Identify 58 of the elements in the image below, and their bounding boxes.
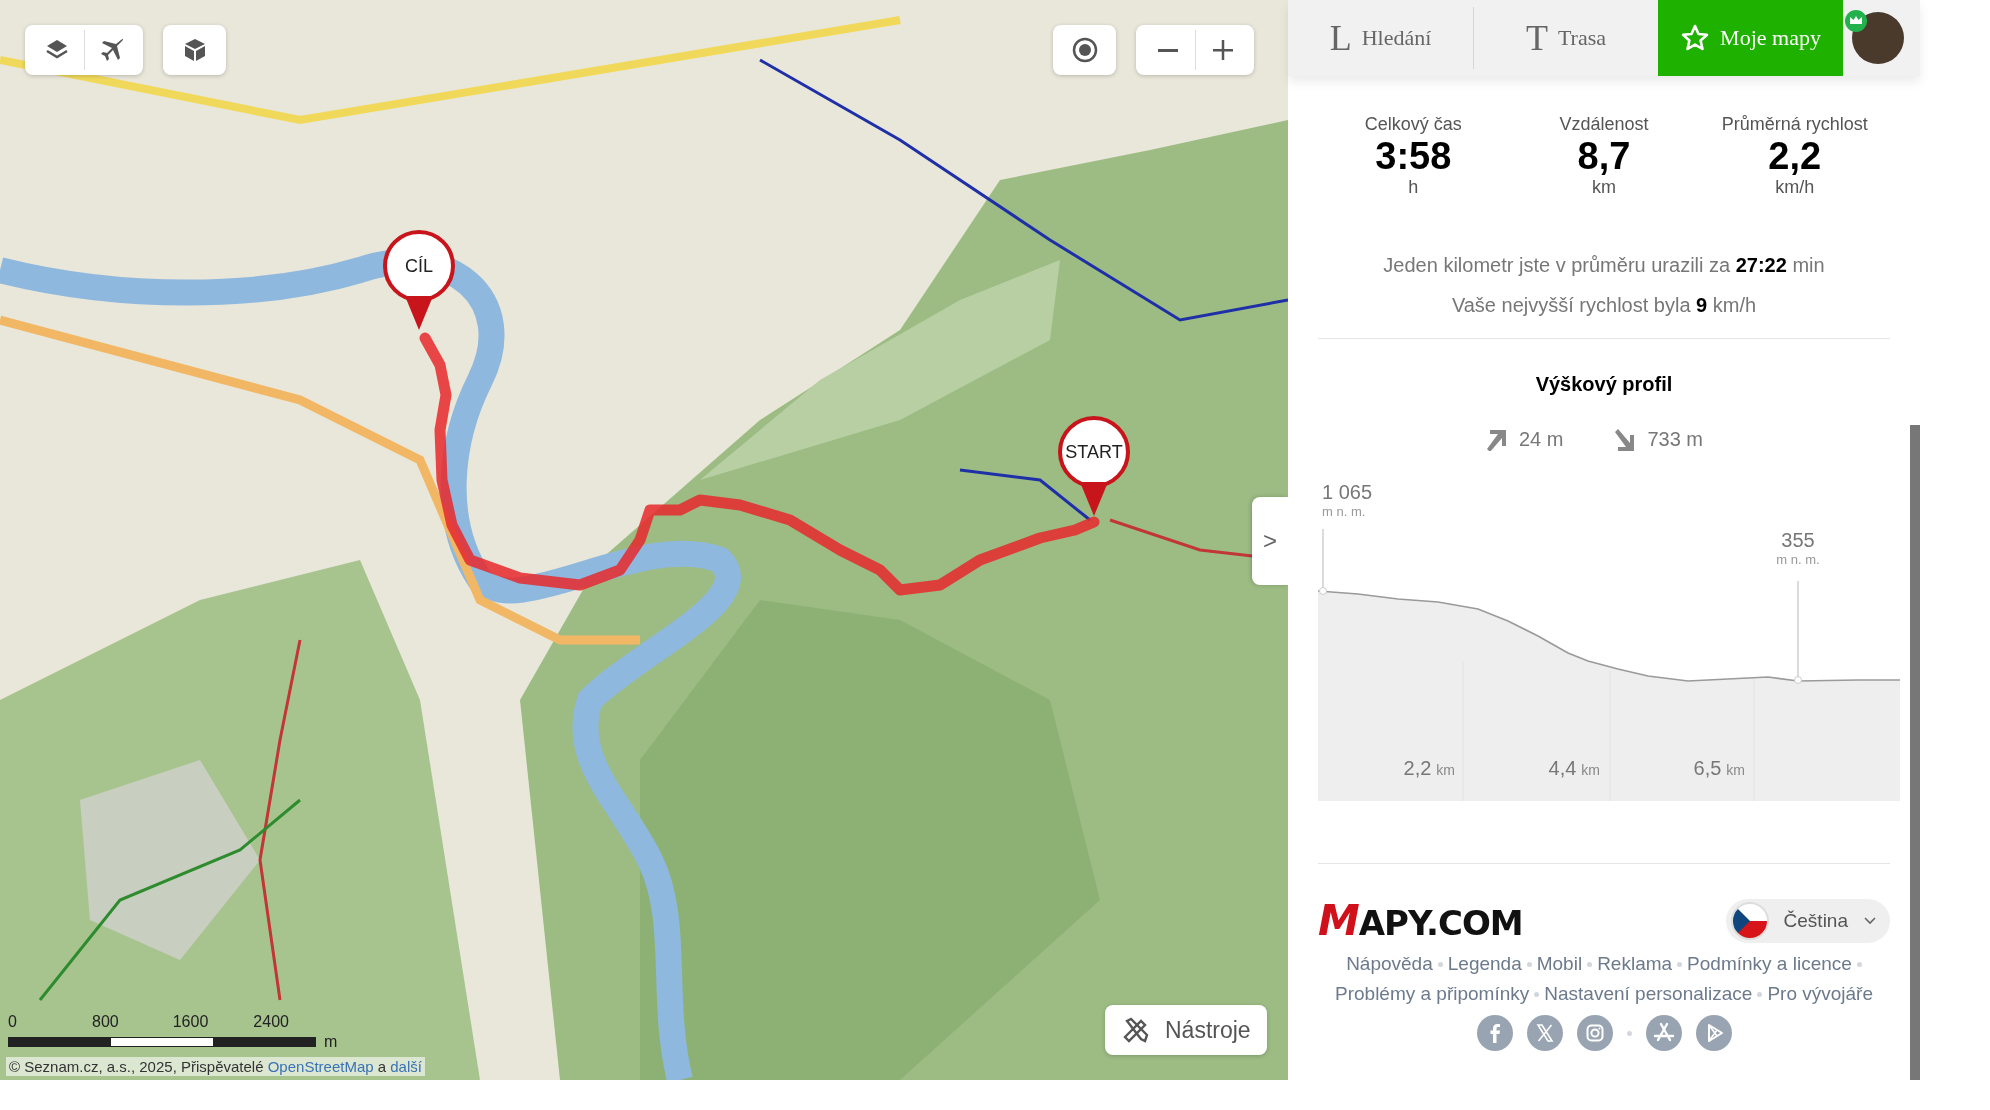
summary-text: Vaše nejvyšší rychlost byla 9 km/h	[1450, 294, 1758, 316]
plus-icon	[1210, 37, 1236, 63]
attribution-text: a	[376, 1058, 388, 1075]
footer-link[interactable]: Reklama	[1597, 953, 1673, 975]
footer-link[interactable]: Problémy a připomínky	[1335, 983, 1530, 1005]
scale-label: 800	[92, 1013, 120, 1031]
ruler-pencil-icon	[1121, 1015, 1151, 1045]
minus-icon	[1157, 48, 1178, 52]
avatar[interactable]	[1852, 12, 1904, 64]
airplane-icon	[99, 37, 125, 63]
stat-label: Průměrná rychlost	[1720, 114, 1869, 135]
attribution-text: © Seznam.cz, a.s., 2025, Přispěvatelé	[9, 1058, 265, 1075]
stat-unit: h	[1407, 177, 1420, 198]
descent-value: 733 m	[1647, 428, 1704, 451]
star-icon	[1680, 23, 1711, 53]
section-title: Výškový profil	[1534, 373, 1674, 396]
stat-value: 8,7	[1576, 135, 1632, 177]
elevation-value: 1 065	[1322, 481, 1373, 504]
distance-label: 2,2	[1403, 757, 1432, 779]
footer-link[interactable]: Pro vývojáře	[1767, 983, 1873, 1005]
summary-text: Jeden kilometr jste v průměru urazili za 27:22 min	[1382, 254, 1826, 276]
footer-link[interactable]: Podmínky a licence	[1687, 953, 1852, 975]
footer-link[interactable]: Mobil	[1536, 953, 1583, 975]
elevation-value: 355	[1780, 529, 1816, 552]
stat-unit: km/h	[1774, 177, 1816, 198]
logo[interactable]: MAPY.COM	[1318, 896, 1523, 945]
attribution-link[interactable]: další	[390, 1058, 422, 1075]
footer-link[interactable]: Nápověda	[1346, 953, 1433, 975]
stat-label: Vzdálenost	[1558, 114, 1650, 135]
stat-label: Celkový čas	[1363, 114, 1463, 135]
elevation-unit: m n. m.	[1775, 552, 1821, 567]
scrollbar[interactable]	[1910, 425, 1920, 1080]
distance-unit: km	[1436, 762, 1455, 778]
footer-link[interactable]: Nastavení personalizace	[1544, 983, 1753, 1005]
czech-flag-icon	[1729, 900, 1770, 941]
distance-unit: km	[1726, 762, 1745, 778]
crown-badge-icon	[1845, 10, 1867, 32]
scale-unit: m	[324, 1033, 338, 1051]
panel-toggle-button[interactable]: >	[1252, 497, 1288, 585]
distance-unit: km	[1581, 762, 1600, 778]
arrow-down-right-icon	[1613, 428, 1636, 451]
stat-value: 2,2	[1767, 135, 1823, 177]
tools-button[interactable]: Nástroje	[1105, 1005, 1267, 1055]
scale-label: 1600	[172, 1013, 210, 1031]
stat-value: 3:58	[1374, 135, 1453, 177]
footer-link[interactable]: Legenda	[1447, 953, 1522, 975]
tab[interactable]: Moje mapy	[1658, 0, 1843, 76]
distance-label: 6,5	[1693, 757, 1722, 779]
arrow-up-right-icon	[1484, 428, 1507, 451]
stat-unit: km	[1591, 177, 1617, 198]
distance-label: 4,4	[1548, 757, 1577, 779]
tab[interactable]: L Hledání	[1288, 0, 1473, 76]
scale-label: 2400	[253, 1013, 290, 1031]
elevation-unit: m n. m.	[1322, 504, 1367, 519]
ascent-value: 24 m	[1518, 428, 1564, 451]
attribution-link[interactable]: OpenStreetMap	[267, 1058, 374, 1075]
target-icon	[1071, 37, 1098, 63]
language-selector[interactable]: Čeština	[1725, 898, 1890, 943]
